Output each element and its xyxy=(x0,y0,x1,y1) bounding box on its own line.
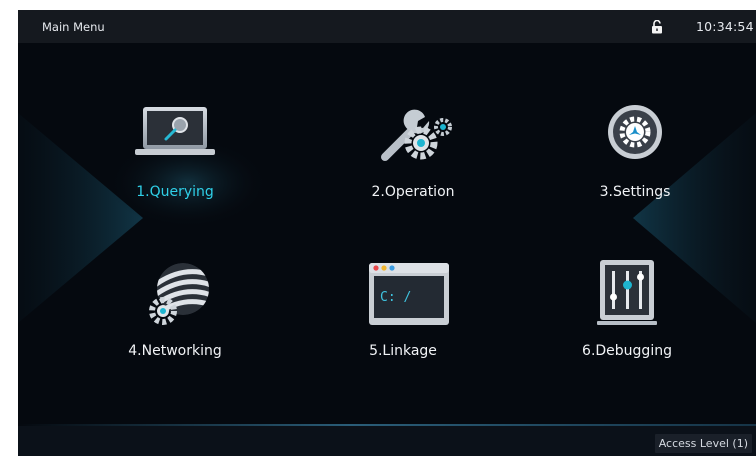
wrench-gears-icon xyxy=(363,95,463,175)
clock: 10:34:54 xyxy=(696,19,754,34)
header-bar: Main Menu 10:34:54 xyxy=(18,10,756,43)
menu-item-label: 4.Networking xyxy=(128,343,222,359)
laptop-magnifier-icon xyxy=(125,95,225,175)
settings-gear-icon xyxy=(585,95,685,175)
menu-item-debugging[interactable]: 6.Debugging xyxy=(542,255,712,385)
menu-item-label: 1.Querying xyxy=(136,184,214,200)
slider-controls-icon xyxy=(577,255,677,335)
menu-item-operation[interactable]: 2.Operation xyxy=(328,95,498,225)
main-menu-screen: Main Menu 10:34:54 1.Querying 2.Operatio… xyxy=(18,10,756,456)
menu-item-label: 6.Debugging xyxy=(582,343,672,359)
unlocked-padlock-icon[interactable] xyxy=(651,19,663,34)
page-title: Main Menu xyxy=(42,20,105,34)
terminal-window-icon: C: / xyxy=(353,255,453,335)
menu-item-label: 5.Linkage xyxy=(369,343,437,359)
menu-item-querying[interactable]: 1.Querying xyxy=(90,95,260,225)
access-level-badge[interactable]: Access Level (1) xyxy=(654,434,752,453)
svg-text:C: /: C: / xyxy=(380,290,411,305)
menu-item-label: 2.Operation xyxy=(371,184,455,200)
menu-item-networking[interactable]: 4.Networking xyxy=(90,255,260,385)
menu-item-linkage[interactable]: C: / 5.Linkage xyxy=(318,255,488,385)
footer-bar xyxy=(18,426,756,456)
menu-item-settings[interactable]: 3.Settings xyxy=(550,95,720,225)
menu-item-label: 3.Settings xyxy=(599,184,671,200)
network-globe-icon xyxy=(125,255,225,335)
